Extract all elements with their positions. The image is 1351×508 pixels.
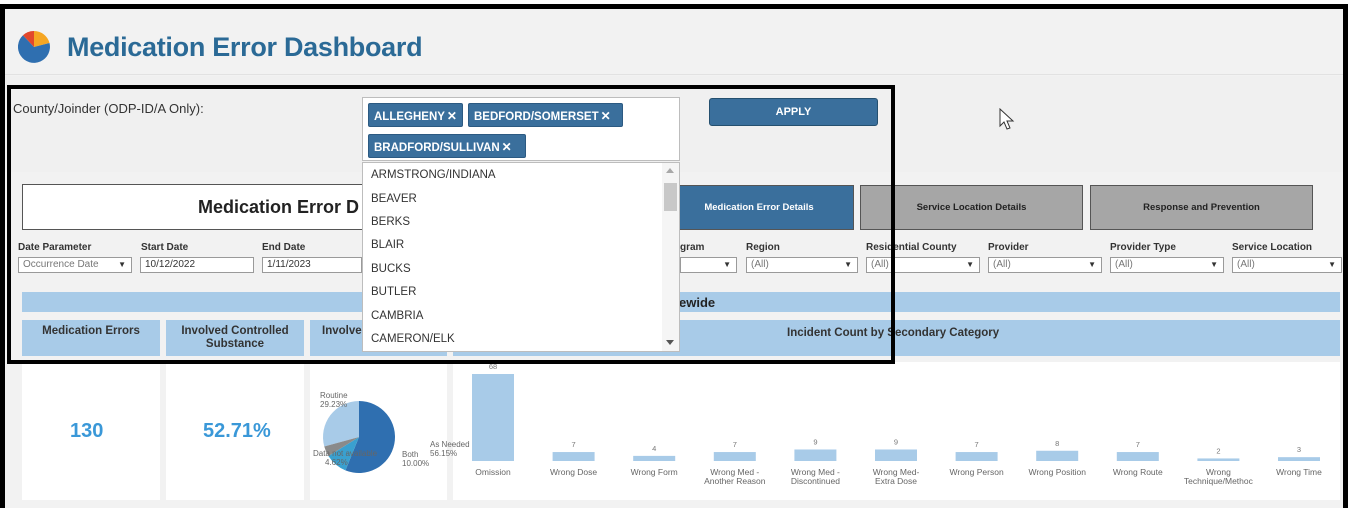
bar-value-label: 2 bbox=[1216, 446, 1220, 455]
bar-value-label: 8 bbox=[1055, 439, 1059, 448]
bar-7[interactable] bbox=[1036, 450, 1079, 461]
bar-category-label: Wrong Dose bbox=[550, 467, 597, 477]
bar-category-label: Wrong Route bbox=[1113, 467, 1163, 477]
bar-category-label: Wrong Form bbox=[631, 467, 678, 477]
bar-value-label: 7 bbox=[572, 440, 576, 449]
bar-value-label: 9 bbox=[813, 437, 817, 446]
bar-value-label: 9 bbox=[894, 437, 898, 446]
bar-10[interactable] bbox=[1278, 457, 1320, 461]
bar-1[interactable] bbox=[552, 452, 595, 461]
bar-0[interactable] bbox=[472, 374, 514, 461]
bar-category-label: Wrong Person bbox=[950, 467, 1004, 477]
highlight-annotation-box bbox=[7, 85, 895, 364]
bar-category-label: Extra Dose bbox=[875, 476, 917, 486]
bar-6[interactable] bbox=[955, 452, 998, 461]
bar-category-label: Wrong Time bbox=[1276, 467, 1322, 477]
bar-value-label: 7 bbox=[975, 440, 979, 449]
bar-3[interactable] bbox=[713, 452, 756, 461]
bar-5[interactable] bbox=[875, 449, 917, 461]
bar-8[interactable] bbox=[1116, 452, 1159, 461]
bar-2[interactable] bbox=[633, 455, 676, 461]
bar-category-label: Technique/Methoc bbox=[1184, 476, 1254, 486]
bar-category-label: Wrong Position bbox=[1028, 467, 1086, 477]
bar-value-label: 7 bbox=[1136, 440, 1140, 449]
bar-value-label: 4 bbox=[652, 444, 656, 453]
bar-9[interactable] bbox=[1197, 458, 1240, 461]
bar-4[interactable] bbox=[794, 449, 837, 461]
bar-value-label: 3 bbox=[1297, 445, 1301, 454]
bar-category-label: Discontinued bbox=[791, 476, 840, 486]
bar-category-label: Another Reason bbox=[704, 476, 766, 486]
bar-value-label: 7 bbox=[733, 440, 737, 449]
bar-category-label: Omission bbox=[475, 467, 511, 477]
